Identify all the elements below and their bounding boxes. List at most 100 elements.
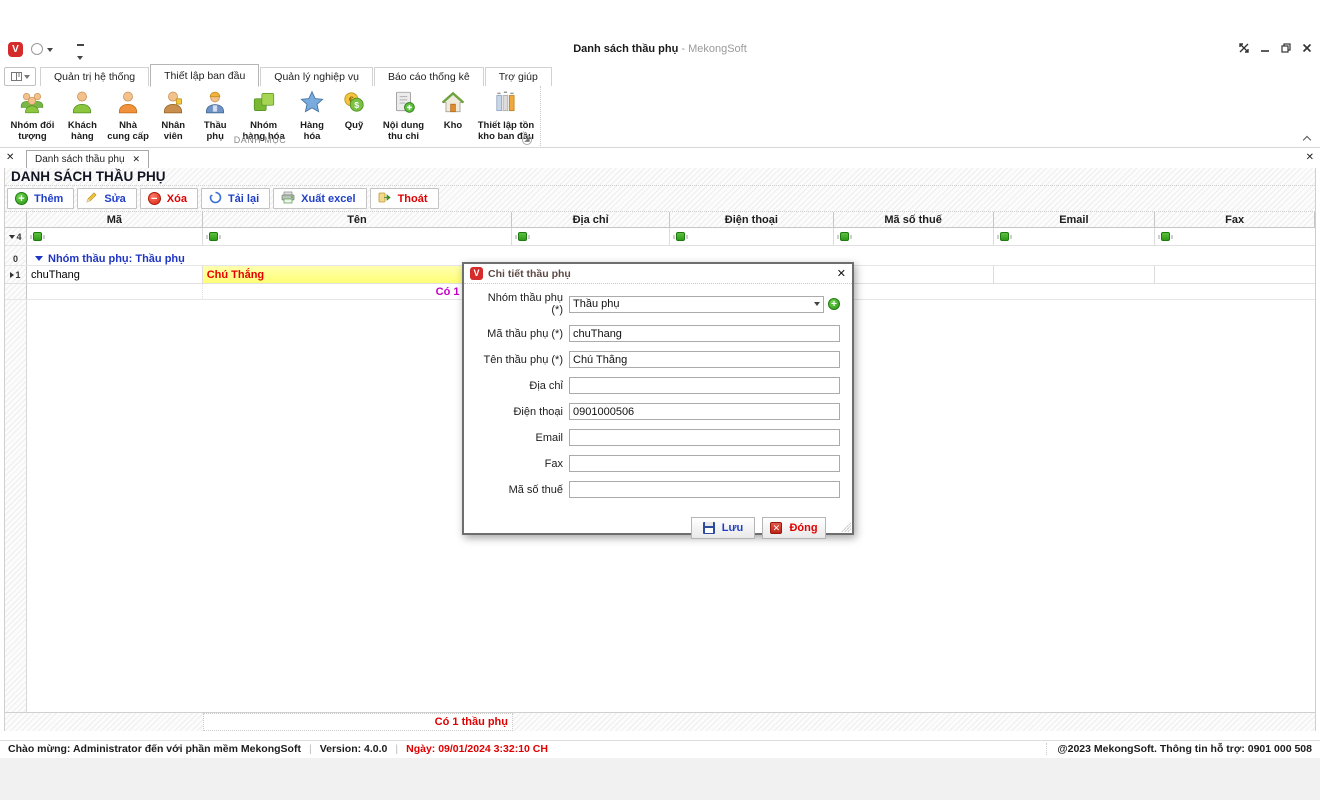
window-title: Danh sách thầu phụ - MekongSoft	[0, 43, 1320, 55]
filter-icon[interactable]	[33, 232, 42, 241]
cell-text: Chú Thắng	[207, 269, 264, 281]
grid-header-row: Mã Tên Địa chỉ Điện thoại Mã số thuế Ema…	[5, 212, 1315, 228]
product-group-icon	[251, 89, 277, 120]
close-tab-icon[interactable]: ✕	[133, 154, 141, 165]
cell-ma[interactable]: chuThang	[27, 266, 203, 283]
ribbon-collapse-icon[interactable]	[1303, 134, 1312, 143]
chevron-down-icon[interactable]	[814, 302, 820, 306]
filter-cell-fax[interactable]	[1155, 228, 1315, 245]
filter-cell-ten[interactable]	[203, 228, 513, 245]
close-button[interactable]	[1302, 43, 1312, 53]
filter-cell-email[interactable]	[994, 228, 1156, 245]
delete-button[interactable]: − Xóa	[140, 188, 198, 209]
doc-tab-label: Danh sách thầu phụ	[35, 154, 125, 165]
tab-quan-tri-he-thong[interactable]: Quản trị hệ thống	[40, 67, 149, 87]
filter-cell-ma-so-thue[interactable]	[834, 228, 994, 245]
status-separator: |	[309, 743, 312, 755]
filter-icon[interactable]	[209, 232, 218, 241]
delete-icon: −	[148, 192, 161, 205]
export-excel-button[interactable]: Xuất excel	[273, 188, 366, 209]
filter-icon[interactable]	[840, 232, 849, 241]
customer-icon	[69, 89, 95, 120]
column-header-fax[interactable]: Fax	[1155, 212, 1315, 227]
dialog-logo-icon: V	[470, 267, 483, 280]
ribbon-layout-button[interactable]	[4, 67, 36, 86]
group-people-icon	[19, 89, 45, 120]
filter-icon[interactable]	[518, 232, 527, 241]
ribbon-item-quy[interactable]: €$ Quỹ	[333, 88, 375, 133]
code-input[interactable]	[569, 325, 840, 342]
field-label: Nhóm thầu phụ (*)	[474, 292, 569, 316]
exit-label: Thoát	[398, 193, 428, 205]
edit-button[interactable]: Sửa	[77, 188, 136, 209]
dialog-close-icon[interactable]: ✕	[837, 267, 846, 280]
field-dien-thoai: Điện thoại	[474, 403, 840, 420]
address-input[interactable]	[569, 377, 840, 394]
minimize-button[interactable]	[1260, 43, 1270, 53]
ribbon-group-label: DANH MỤC	[0, 135, 520, 145]
filter-icon[interactable]	[676, 232, 685, 241]
fax-input[interactable]	[569, 455, 840, 472]
filter-cell-dien-thoai[interactable]	[670, 228, 834, 245]
footer-summary-text: Có 1 thầu phụ	[435, 716, 508, 728]
tab-bao-cao-thong-ke[interactable]: Báo cáo thống kê	[374, 67, 484, 87]
filter-row-indicator: 4	[5, 228, 27, 245]
resize-grip[interactable]	[841, 522, 851, 532]
email-input[interactable]	[569, 429, 840, 446]
name-input[interactable]	[569, 351, 840, 368]
document-tab-strip: ✕ Danh sách thầu phụ ✕ ✕	[0, 150, 1320, 168]
field-fax: Fax	[474, 455, 840, 472]
page-title-text: DANH SÁCH THẦU PHỤ	[11, 169, 166, 184]
cell-email[interactable]	[994, 266, 1156, 283]
add-button[interactable]: + Thêm	[7, 188, 74, 209]
reload-button[interactable]: Tải lại	[201, 188, 270, 209]
tab-thiet-lap-ban-dau[interactable]: Thiết lập ban đầu	[150, 64, 259, 87]
field-label: Địa chỉ	[474, 380, 569, 392]
add-group-icon[interactable]: +	[828, 298, 840, 310]
column-header-dien-thoai[interactable]: Điện thoại	[670, 212, 834, 227]
filter-indicator-text: 4	[16, 232, 21, 242]
close-document-icon[interactable]: ✕	[1306, 152, 1314, 163]
field-email: Email	[474, 429, 840, 446]
field-dia-chi: Địa chỉ	[474, 377, 840, 394]
phone-input[interactable]	[569, 403, 840, 420]
column-header-ma-so-thue[interactable]: Mã số thuế	[834, 212, 994, 227]
restore-button[interactable]	[1281, 43, 1291, 53]
dialog-title-bar[interactable]: V Chi tiết thầu phụ ✕	[464, 264, 852, 284]
window-title-main: Danh sách thầu phụ	[573, 43, 678, 55]
dialog-close-button[interactable]: ✕ Đóng	[762, 517, 826, 539]
save-icon	[703, 522, 715, 534]
save-button[interactable]: Lưu	[691, 517, 755, 539]
tax-code-input[interactable]	[569, 481, 840, 498]
group-dialog-launcher-icon[interactable]: ◢	[522, 135, 532, 145]
filter-cell-dia-chi[interactable]	[512, 228, 670, 245]
field-ma-so-thue: Mã số thuế	[474, 481, 840, 498]
doc-tab-danh-sach-thau-phu[interactable]: Danh sách thầu phụ ✕	[26, 150, 149, 168]
desktop-background	[0, 758, 1320, 800]
ribbon-item-label: Kho	[444, 121, 462, 132]
close-all-tabs-icon[interactable]: ✕	[6, 152, 14, 163]
cell-text: chuThang	[31, 269, 80, 281]
worker-icon	[202, 89, 228, 120]
filter-icon[interactable]	[1161, 232, 1170, 241]
window-style-button[interactable]	[1239, 43, 1249, 53]
field-label: Email	[474, 432, 569, 444]
collapse-group-icon[interactable]	[35, 256, 43, 261]
filter-icon[interactable]	[1000, 232, 1009, 241]
column-header-dia-chi[interactable]: Địa chỉ	[512, 212, 670, 227]
grid-footer: Có 1 thầu phụ	[5, 712, 1315, 731]
cell-fax[interactable]	[1155, 266, 1315, 283]
column-header-ma[interactable]: Mã	[27, 212, 203, 227]
column-header-email[interactable]: Email	[994, 212, 1156, 227]
tab-quan-ly-nghiep-vu[interactable]: Quản lý nghiệp vụ	[260, 67, 373, 87]
pencil-icon	[85, 191, 98, 207]
column-label: Địa chỉ	[573, 214, 609, 226]
exit-button[interactable]: Thoát	[370, 188, 439, 209]
column-header-ten[interactable]: Tên	[203, 212, 513, 227]
group-combo[interactable]: Thầu phụ	[569, 296, 824, 313]
cell-ma-so-thue[interactable]	[834, 266, 994, 283]
tab-tro-giup[interactable]: Trợ giúp	[485, 67, 552, 87]
filter-cell-ma[interactable]	[27, 228, 203, 245]
ribbon-item-kho[interactable]: Kho	[432, 88, 474, 133]
detail-dialog: V Chi tiết thầu phụ ✕ Nhóm thầu phụ (*) …	[462, 262, 854, 535]
